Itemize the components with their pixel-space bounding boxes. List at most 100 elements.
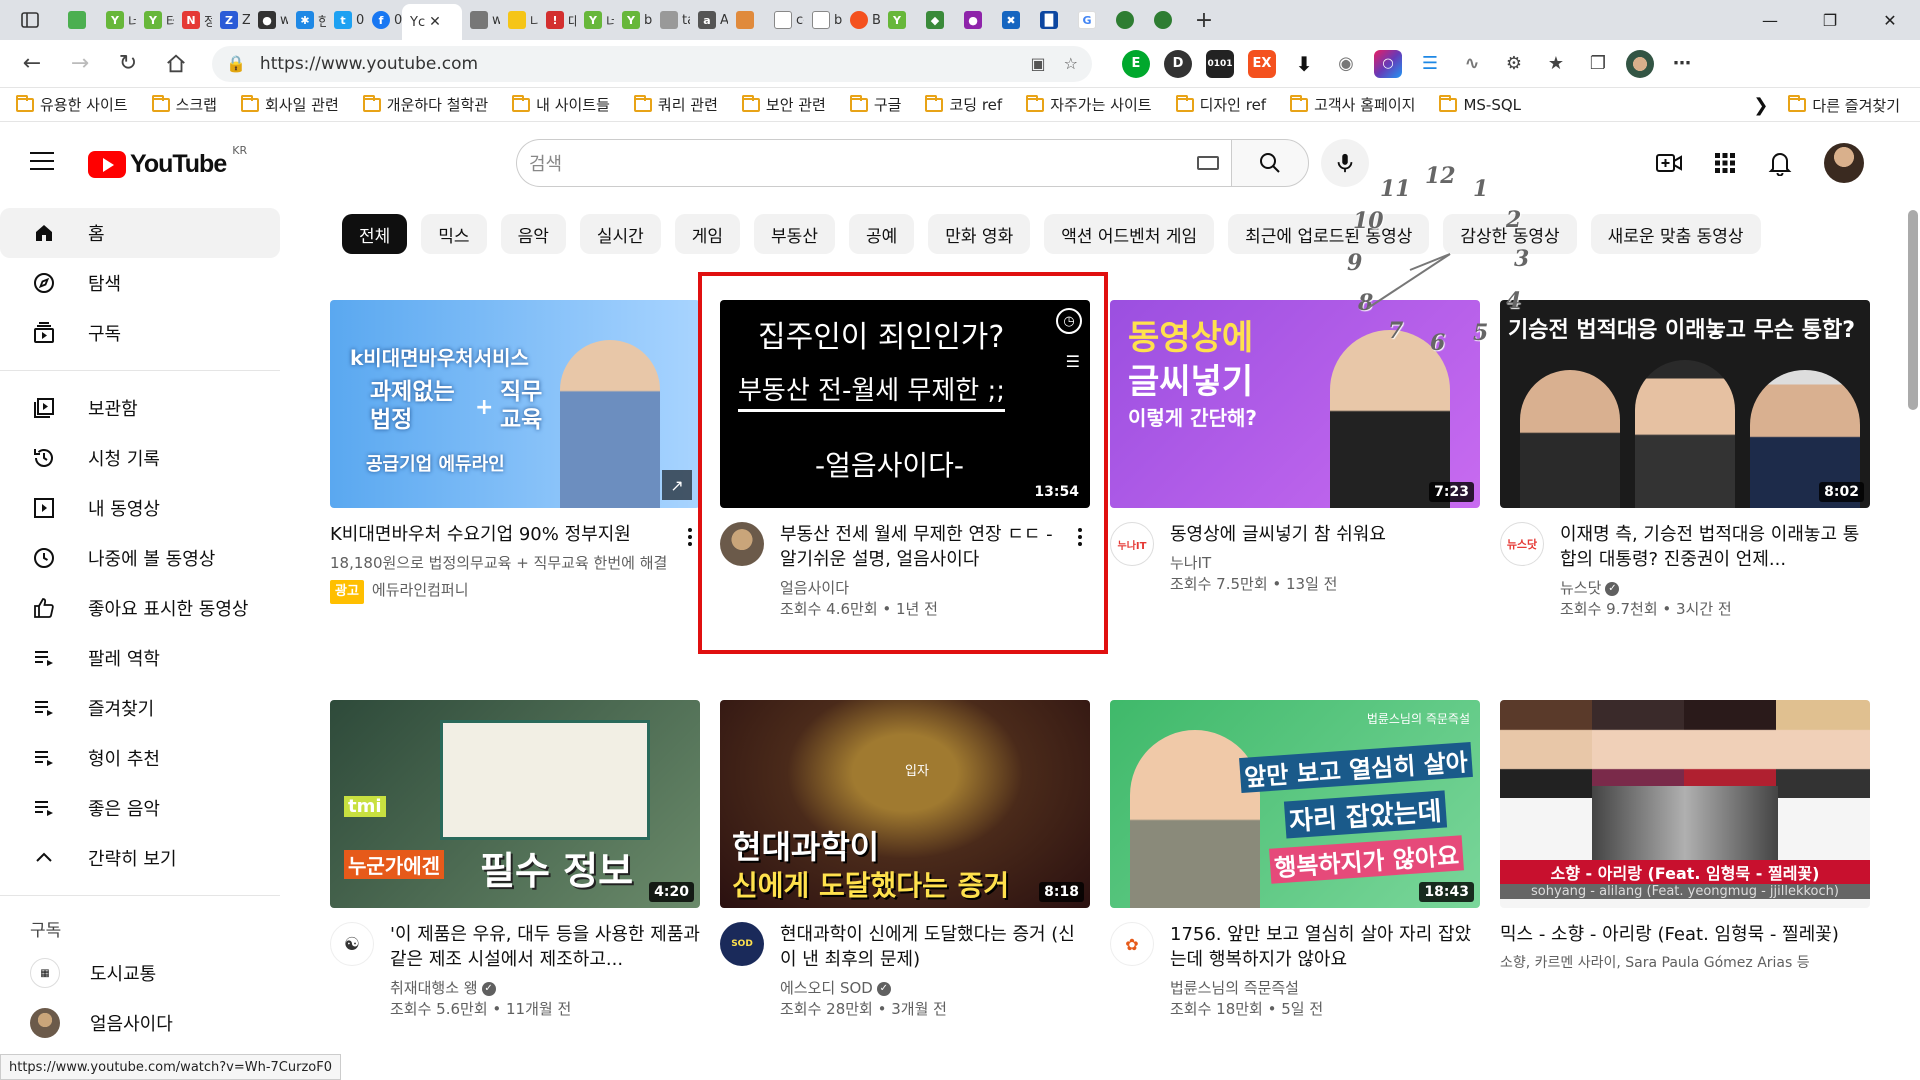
- voice-search-button[interactable]: [1321, 139, 1369, 187]
- keyboard-icon[interactable]: [1197, 156, 1219, 170]
- forward-button[interactable]: →: [56, 44, 104, 84]
- video-thumbnail[interactable]: 입자 현대과학이 신에게 도달했다는 증거 8:18: [720, 700, 1090, 908]
- sidebar-subscription[interactable]: 얼음사이다: [0, 998, 280, 1048]
- address-bar[interactable]: 🔒 https://www.youtube.com ▣ ☆: [212, 45, 1092, 82]
- channel-name[interactable]: 법륜스님의 즉문즉설: [1170, 978, 1480, 998]
- color-picker-icon[interactable]: ○: [1374, 49, 1402, 78]
- sidebar-item-home[interactable]: 홈: [0, 208, 280, 258]
- channel-name[interactable]: 에스오디 SOD: [780, 979, 873, 997]
- browser-tab[interactable]: Y터: [136, 0, 174, 40]
- bookmark-folder[interactable]: 자주가는 사이트: [1026, 94, 1152, 115]
- menu-icon[interactable]: [30, 152, 54, 170]
- video-card-ad[interactable]: k비대면바우처서비스 과제없는 법정 + 직무 교육 공급기업 에듀라인 ↗ K…: [330, 300, 700, 604]
- browser-tab[interactable]: 나: [500, 0, 538, 40]
- browser-tab[interactable]: b: [804, 0, 842, 40]
- binary-icon[interactable]: 0101: [1206, 49, 1234, 78]
- chip[interactable]: 액션 어드벤처 게임: [1044, 214, 1215, 254]
- bookmark-folder[interactable]: 코딩 ref: [925, 94, 1002, 115]
- home-button[interactable]: [152, 44, 200, 84]
- account-avatar[interactable]: [1824, 143, 1864, 183]
- external-link-icon[interactable]: ↗: [662, 470, 692, 500]
- video-title[interactable]: 현대과학이 신에게 도달했다는 증거 (신이 낸 최후의 문제): [780, 922, 1090, 972]
- channel-avatar[interactable]: ☯: [330, 922, 374, 966]
- bookmark-folder[interactable]: MS-SQL: [1439, 94, 1521, 114]
- video-thumbnail[interactable]: 동영상에 글씨넣기 이렇게 간단해? 7:23: [1110, 300, 1480, 508]
- browser-tab[interactable]: [728, 0, 766, 40]
- channel-avatar[interactable]: 누나IT: [1110, 522, 1154, 566]
- bookmark-folder[interactable]: 스크랩: [151, 94, 217, 115]
- bookmark-folder[interactable]: 구글: [849, 94, 901, 115]
- browser-tab[interactable]: Y너: [576, 0, 614, 40]
- channel-avatar[interactable]: ✿: [1110, 922, 1154, 966]
- video-thumbnail[interactable]: 법륜스님의 즉문즉설 앞만 보고 열심히 살아 자리 잡았는데 행복하지가 않아…: [1110, 700, 1480, 908]
- search-input[interactable]: 검색: [516, 139, 1231, 187]
- browser-tab[interactable]: aA: [690, 0, 728, 40]
- chip[interactable]: 실시간: [579, 214, 661, 254]
- back-button[interactable]: ←: [8, 44, 56, 84]
- more-actions-icon[interactable]: [1070, 522, 1090, 620]
- browser-tab[interactable]: w: [462, 0, 500, 40]
- url-text[interactable]: https://www.youtube.com: [260, 54, 1013, 74]
- more-actions-icon[interactable]: [680, 522, 700, 604]
- browser-tab[interactable]: Ybl: [614, 0, 652, 40]
- chip[interactable]: 믹스: [421, 214, 487, 254]
- evernote-icon[interactable]: E: [1122, 49, 1150, 78]
- video-card-mix[interactable]: 소향 - 아리랑 (Feat. 임형묵 - 찔레꽃) sohyang - ali…: [1500, 700, 1870, 973]
- bookmark-folder[interactable]: 디자인 ref: [1175, 94, 1266, 115]
- extension-icon[interactable]: EX: [1248, 49, 1276, 78]
- chip[interactable]: 부동산: [754, 214, 835, 254]
- sidebar-item-explore[interactable]: 탐색: [0, 258, 280, 308]
- sidebar-item-liked[interactable]: 좋아요 표시한 동영상: [0, 583, 280, 633]
- browser-tab[interactable]: [1146, 0, 1184, 40]
- camera-icon[interactable]: ◉: [1332, 49, 1360, 78]
- extension-icon[interactable]: D: [1164, 49, 1192, 78]
- video-title[interactable]: K비대면바우처 수요기업 90% 정부지원: [330, 522, 680, 547]
- bookmark-folder[interactable]: 보안 관련: [741, 94, 826, 115]
- video-title[interactable]: 1756. 앞만 보고 열심히 살아 자리 잡았는데 행복하지가 않아요: [1170, 922, 1480, 972]
- close-window-icon[interactable]: ✕: [1860, 0, 1920, 40]
- sidebar-item-subscriptions[interactable]: 구독: [0, 308, 280, 358]
- channel-name[interactable]: 누나IT: [1170, 553, 1480, 573]
- browser-tab[interactable]: Y: [880, 0, 918, 40]
- sidebar-item-playlist[interactable]: 좋은 음악: [0, 783, 280, 833]
- youtube-logo[interactable]: YouTube KR: [88, 144, 247, 179]
- browser-tab[interactable]: ●: [956, 0, 994, 40]
- rss-icon[interactable]: ∿: [1458, 49, 1486, 78]
- app-available-icon[interactable]: ▣: [1031, 54, 1046, 73]
- restore-icon[interactable]: ❐: [1800, 0, 1860, 40]
- video-thumbnail[interactable]: tmi 누군가에겐 필수 정보 4:20: [330, 700, 700, 908]
- browser-tab[interactable]: ! 대: [538, 0, 576, 40]
- active-browser-tab[interactable]: Yc ✕: [402, 4, 462, 40]
- profile-avatar[interactable]: [1626, 49, 1654, 78]
- sidebar-item-show-less[interactable]: 간략히 보기: [0, 833, 280, 883]
- channel-name[interactable]: 얼음사이다: [780, 578, 1070, 598]
- browser-tab[interactable]: ta: [652, 0, 690, 40]
- bookmark-folder[interactable]: 유용한 사이트: [16, 94, 128, 115]
- channel-avatar[interactable]: SOD: [720, 922, 764, 966]
- other-favorites-folder[interactable]: 다른 즐겨찾기: [1788, 95, 1900, 116]
- video-title[interactable]: '이 제품은 우유, 대두 등을 사용한 제품과 같은 제조 시설에서 제조하고…: [390, 922, 700, 972]
- sidebar-item-my-videos[interactable]: 내 동영상: [0, 483, 280, 533]
- puzzle-icon[interactable]: ⚙: [1500, 49, 1528, 78]
- apps-grid-icon[interactable]: [1714, 152, 1736, 174]
- video-card[interactable]: 입자 현대과학이 신에게 도달했다는 증거 8:18 SOD 현대과학이 신에게…: [720, 700, 1090, 1020]
- browser-tab[interactable]: ZZi: [212, 0, 250, 40]
- notifications-bell-icon[interactable]: [1768, 150, 1792, 176]
- browser-tab[interactable]: t0: [326, 0, 364, 40]
- bookmark-folder[interactable]: 내 사이트들: [512, 94, 610, 115]
- sidebar-item-playlist[interactable]: 형이 추천: [0, 733, 280, 783]
- browser-tab[interactable]: ✱ 한: [288, 0, 326, 40]
- video-card[interactable]: 법륜스님의 즉문즉설 앞만 보고 열심히 살아 자리 잡았는데 행복하지가 않아…: [1110, 700, 1480, 1020]
- chip[interactable]: 게임: [674, 214, 741, 254]
- video-card[interactable]: tmi 누군가에겐 필수 정보 4:20 ☯ '이 제품은 우유, 대두 등을 …: [330, 700, 700, 1020]
- channel-name[interactable]: 에듀라인컴퍼니: [372, 581, 469, 599]
- browser-tab[interactable]: █: [1032, 0, 1070, 40]
- sidebar-item-playlist[interactable]: 즐겨찾기: [0, 683, 280, 733]
- favorites-icon[interactable]: ★: [1542, 49, 1570, 78]
- video-card[interactable]: 집주인이 죄인인가? 부동산 전-월세 무제한 ;; -얼음사이다- ◷ ☰ 1…: [720, 300, 1090, 620]
- video-thumbnail[interactable]: 소향 - 아리랑 (Feat. 임형묵 - 찔레꽃) sohyang - ali…: [1500, 700, 1870, 908]
- page-scrollbar[interactable]: [1908, 210, 1918, 410]
- search-button[interactable]: [1231, 139, 1309, 187]
- new-tab-button[interactable]: +: [1184, 8, 1224, 33]
- collections-icon[interactable]: ❐: [1584, 49, 1612, 78]
